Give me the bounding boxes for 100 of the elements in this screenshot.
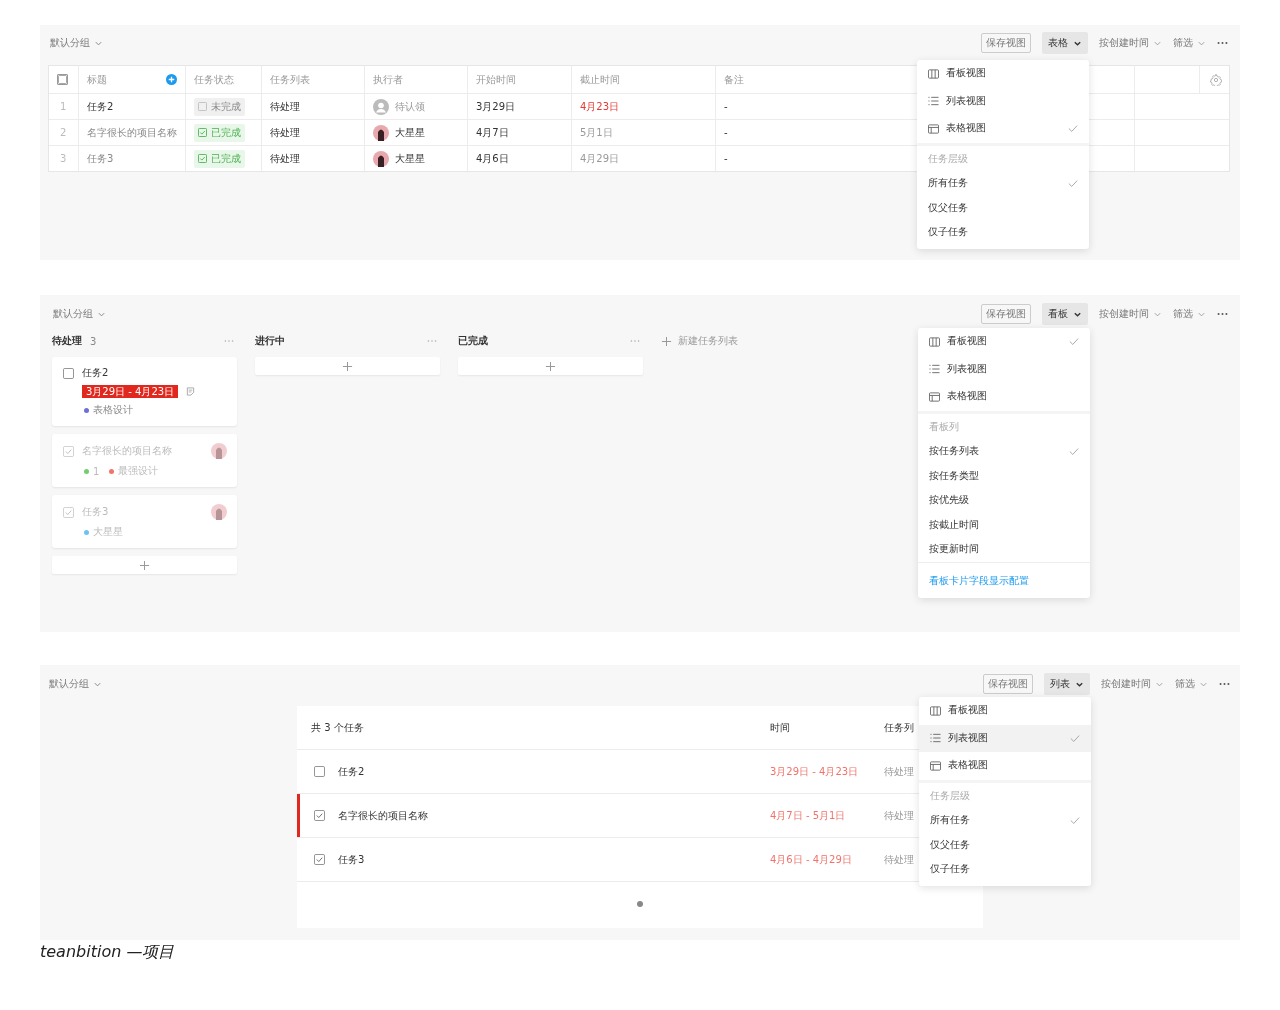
view-switch-button[interactable]: 表格 bbox=[1042, 32, 1088, 54]
column-header: 执行者 bbox=[373, 72, 403, 87]
date-range: 4月6日 - 4月29日 bbox=[770, 852, 853, 867]
menu-item[interactable]: 按任务列表 bbox=[918, 439, 1090, 464]
list-name: 待处理 bbox=[884, 764, 914, 779]
loading-dot-icon bbox=[637, 901, 643, 907]
menu-section-header: 任务层级 bbox=[927, 151, 969, 166]
more-icon[interactable] bbox=[1217, 41, 1228, 45]
caption: teanbition —项目 bbox=[40, 942, 176, 963]
columns-icon bbox=[929, 336, 940, 347]
table-cell: - bbox=[724, 127, 728, 138]
sort-dropdown[interactable]: 按创建时间 bbox=[1101, 677, 1164, 691]
tag-label: 1 bbox=[93, 465, 100, 477]
plus-icon bbox=[342, 360, 353, 372]
table-cell: 4月7日 bbox=[476, 125, 509, 140]
sort-dropdown[interactable]: 按创建时间 bbox=[1099, 307, 1162, 321]
date-range: 4月7日 - 5月1日 bbox=[770, 808, 847, 823]
filter-dropdown[interactable]: 筛选 bbox=[1173, 36, 1206, 50]
menu-item[interactable]: 列表视图 bbox=[918, 355, 1090, 383]
column-title: 进行中 bbox=[255, 334, 285, 348]
columns-icon bbox=[928, 68, 939, 79]
tag-label: 表格设计 bbox=[93, 403, 133, 417]
menu-item[interactable]: 仅父任务 bbox=[919, 833, 1091, 858]
group-dropdown[interactable]: 默认分组 bbox=[50, 36, 103, 50]
table-icon bbox=[929, 391, 940, 402]
menu-item[interactable]: 看板视图 bbox=[919, 697, 1091, 725]
column-header: 任务列表 bbox=[270, 72, 310, 87]
filter-dropdown[interactable]: 筛选 bbox=[1175, 677, 1208, 691]
column-title: 已完成 bbox=[458, 334, 488, 348]
task-checkbox[interactable] bbox=[63, 367, 74, 379]
menu-item[interactable]: 按更新时间 bbox=[918, 537, 1090, 562]
menu-item[interactable]: 看板视图 bbox=[917, 60, 1089, 88]
column-header: 备注 bbox=[724, 72, 744, 87]
column-header: 任务列 bbox=[884, 720, 914, 735]
menu-item[interactable]: 按截止时间 bbox=[918, 513, 1090, 538]
tag-label: 最强设计 bbox=[118, 464, 159, 478]
menu-item[interactable]: 表格视图 bbox=[917, 115, 1089, 143]
column-header: 时间 bbox=[770, 720, 791, 735]
sort-dropdown[interactable]: 按创建时间 bbox=[1099, 36, 1162, 50]
tag-label: 大星星 bbox=[93, 525, 123, 539]
task-title[interactable]: 任务3 bbox=[87, 151, 114, 166]
menu-item[interactable]: 仅子任务 bbox=[917, 220, 1089, 245]
date-range: 3月29日 - 4月23日 bbox=[770, 764, 860, 779]
group-dropdown[interactable]: 默认分组 bbox=[53, 307, 106, 321]
more-icon[interactable] bbox=[1217, 312, 1228, 316]
menu-item[interactable]: 列表视图 bbox=[917, 87, 1089, 115]
add-icon[interactable] bbox=[166, 74, 177, 85]
avatar bbox=[373, 150, 389, 167]
table-cell: - bbox=[724, 101, 728, 112]
menu-item[interactable]: 按优先级 bbox=[918, 488, 1090, 513]
menu-item[interactable]: 所有任务 bbox=[919, 808, 1091, 833]
more-icon[interactable] bbox=[1219, 682, 1230, 686]
settings-icon[interactable] bbox=[1209, 73, 1222, 86]
menu-item[interactable]: 仅父任务 bbox=[917, 196, 1089, 221]
menu-item[interactable]: 表格视图 bbox=[919, 752, 1091, 780]
plus-icon bbox=[545, 360, 556, 372]
task-checkbox[interactable] bbox=[63, 445, 74, 457]
menu-item[interactable]: 表格视图 bbox=[918, 383, 1090, 411]
view-switch-button[interactable]: 列表 bbox=[1044, 673, 1090, 695]
menu-item[interactable]: 按任务类型 bbox=[918, 464, 1090, 489]
table-cell: 4月6日 bbox=[476, 151, 509, 166]
column-header: 开始时间 bbox=[476, 72, 516, 87]
task-title: 名字很长的项目名称 bbox=[338, 808, 429, 823]
plus-icon bbox=[661, 335, 672, 347]
column-header: 任务状态 bbox=[194, 72, 234, 87]
task-title[interactable]: 任务2 bbox=[87, 99, 114, 114]
table-cell: 4月29日 bbox=[580, 151, 620, 166]
group-dropdown[interactable]: 默认分组 bbox=[49, 677, 102, 691]
task-checkbox[interactable] bbox=[314, 766, 325, 777]
avatar bbox=[373, 124, 389, 141]
view-switch-button[interactable]: 看板 bbox=[1042, 303, 1088, 325]
table-icon bbox=[928, 123, 939, 134]
task-title[interactable]: 名字很长的项目名称 bbox=[87, 125, 177, 140]
task-checkbox[interactable] bbox=[63, 506, 74, 518]
select-all-checkbox[interactable] bbox=[57, 74, 68, 85]
assignee-name: 大星星 bbox=[395, 125, 425, 140]
task-title: 任务3 bbox=[82, 505, 109, 519]
task-title: 名字很长的项目名称 bbox=[82, 444, 172, 458]
task-checkbox[interactable] bbox=[314, 810, 325, 821]
filter-dropdown[interactable]: 筛选 bbox=[1173, 307, 1206, 321]
assignee-name: 待认领 bbox=[395, 99, 425, 114]
menu-item[interactable]: 仅子任务 bbox=[919, 857, 1091, 882]
column-header: 标题 bbox=[87, 72, 107, 87]
save-view-button[interactable]: 保存视图 bbox=[983, 674, 1033, 694]
task-count: 3 bbox=[90, 335, 97, 347]
menu-item[interactable]: 看板视图 bbox=[918, 328, 1090, 356]
columns-icon bbox=[930, 705, 941, 716]
column-header: 截止时间 bbox=[580, 72, 620, 87]
list-name: 待处理 bbox=[884, 852, 914, 867]
table-cell: 3月29日 bbox=[476, 99, 516, 114]
menu-section-header: 任务层级 bbox=[929, 788, 971, 803]
list-icon bbox=[928, 96, 939, 107]
plus-icon bbox=[139, 559, 150, 571]
save-view-button[interactable]: 保存视图 bbox=[981, 304, 1031, 324]
task-card[interactable]: 任务2 3月29日 - 4月23日 表格设计 bbox=[52, 357, 237, 426]
menu-item[interactable]: 列表视图 bbox=[919, 724, 1091, 752]
task-title: 任务3 bbox=[338, 852, 366, 867]
menu-item[interactable]: 所有任务 bbox=[917, 171, 1089, 196]
task-checkbox[interactable] bbox=[314, 854, 325, 865]
save-view-button[interactable]: 保存视图 bbox=[981, 33, 1031, 53]
